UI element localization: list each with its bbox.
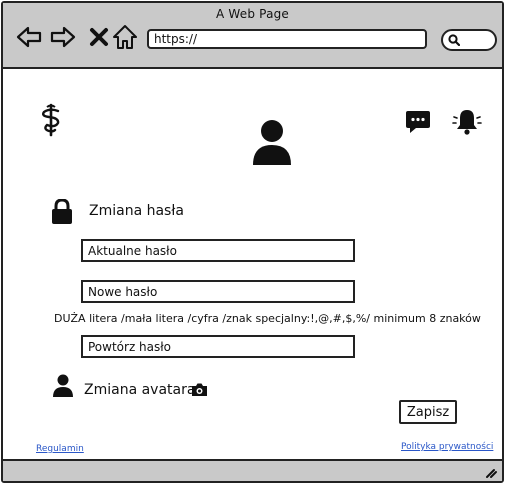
browser-search-box[interactable]	[441, 29, 497, 51]
search-icon	[448, 34, 460, 46]
password-requirements-hint: DUŻA litera /mała litera /cyfra /znak sp…	[54, 312, 481, 325]
url-bar[interactable]: https://	[147, 29, 427, 49]
home-icon[interactable]	[111, 23, 139, 51]
chat-bubble-icon[interactable]	[405, 109, 431, 135]
repeat-password-field[interactable]	[81, 335, 355, 358]
lock-icon	[52, 199, 72, 224]
camera-icon[interactable]	[191, 382, 208, 397]
browser-toolbar: A Web Page https://	[3, 3, 502, 69]
password-section-title: Zmiana hasła	[89, 203, 184, 219]
terms-link[interactable]: Regulamin	[36, 444, 84, 454]
person-icon	[53, 374, 73, 397]
user-avatar-icon[interactable]	[250, 118, 294, 166]
new-password-field[interactable]	[81, 280, 355, 303]
resize-grip-icon[interactable]	[484, 465, 498, 479]
avatar-section-title: Zmiana avatara	[84, 382, 196, 398]
privacy-policy-link[interactable]: Polityka prywatności	[401, 442, 493, 452]
current-password-field[interactable]	[81, 239, 355, 262]
back-arrow-icon[interactable]	[15, 23, 43, 51]
window-title: A Web Page	[215, 7, 290, 21]
forward-arrow-icon[interactable]	[49, 23, 77, 51]
url-text: https://	[154, 32, 198, 46]
browser-status-bar	[3, 459, 502, 481]
caduceus-icon[interactable]	[40, 103, 62, 137]
bell-icon[interactable]	[451, 107, 483, 137]
browser-window: A Web Page https:// Zmiana hasła DUŻA li…	[1, 1, 504, 483]
close-x-icon[interactable]	[85, 23, 113, 51]
save-button[interactable]: Zapisz	[399, 400, 457, 424]
